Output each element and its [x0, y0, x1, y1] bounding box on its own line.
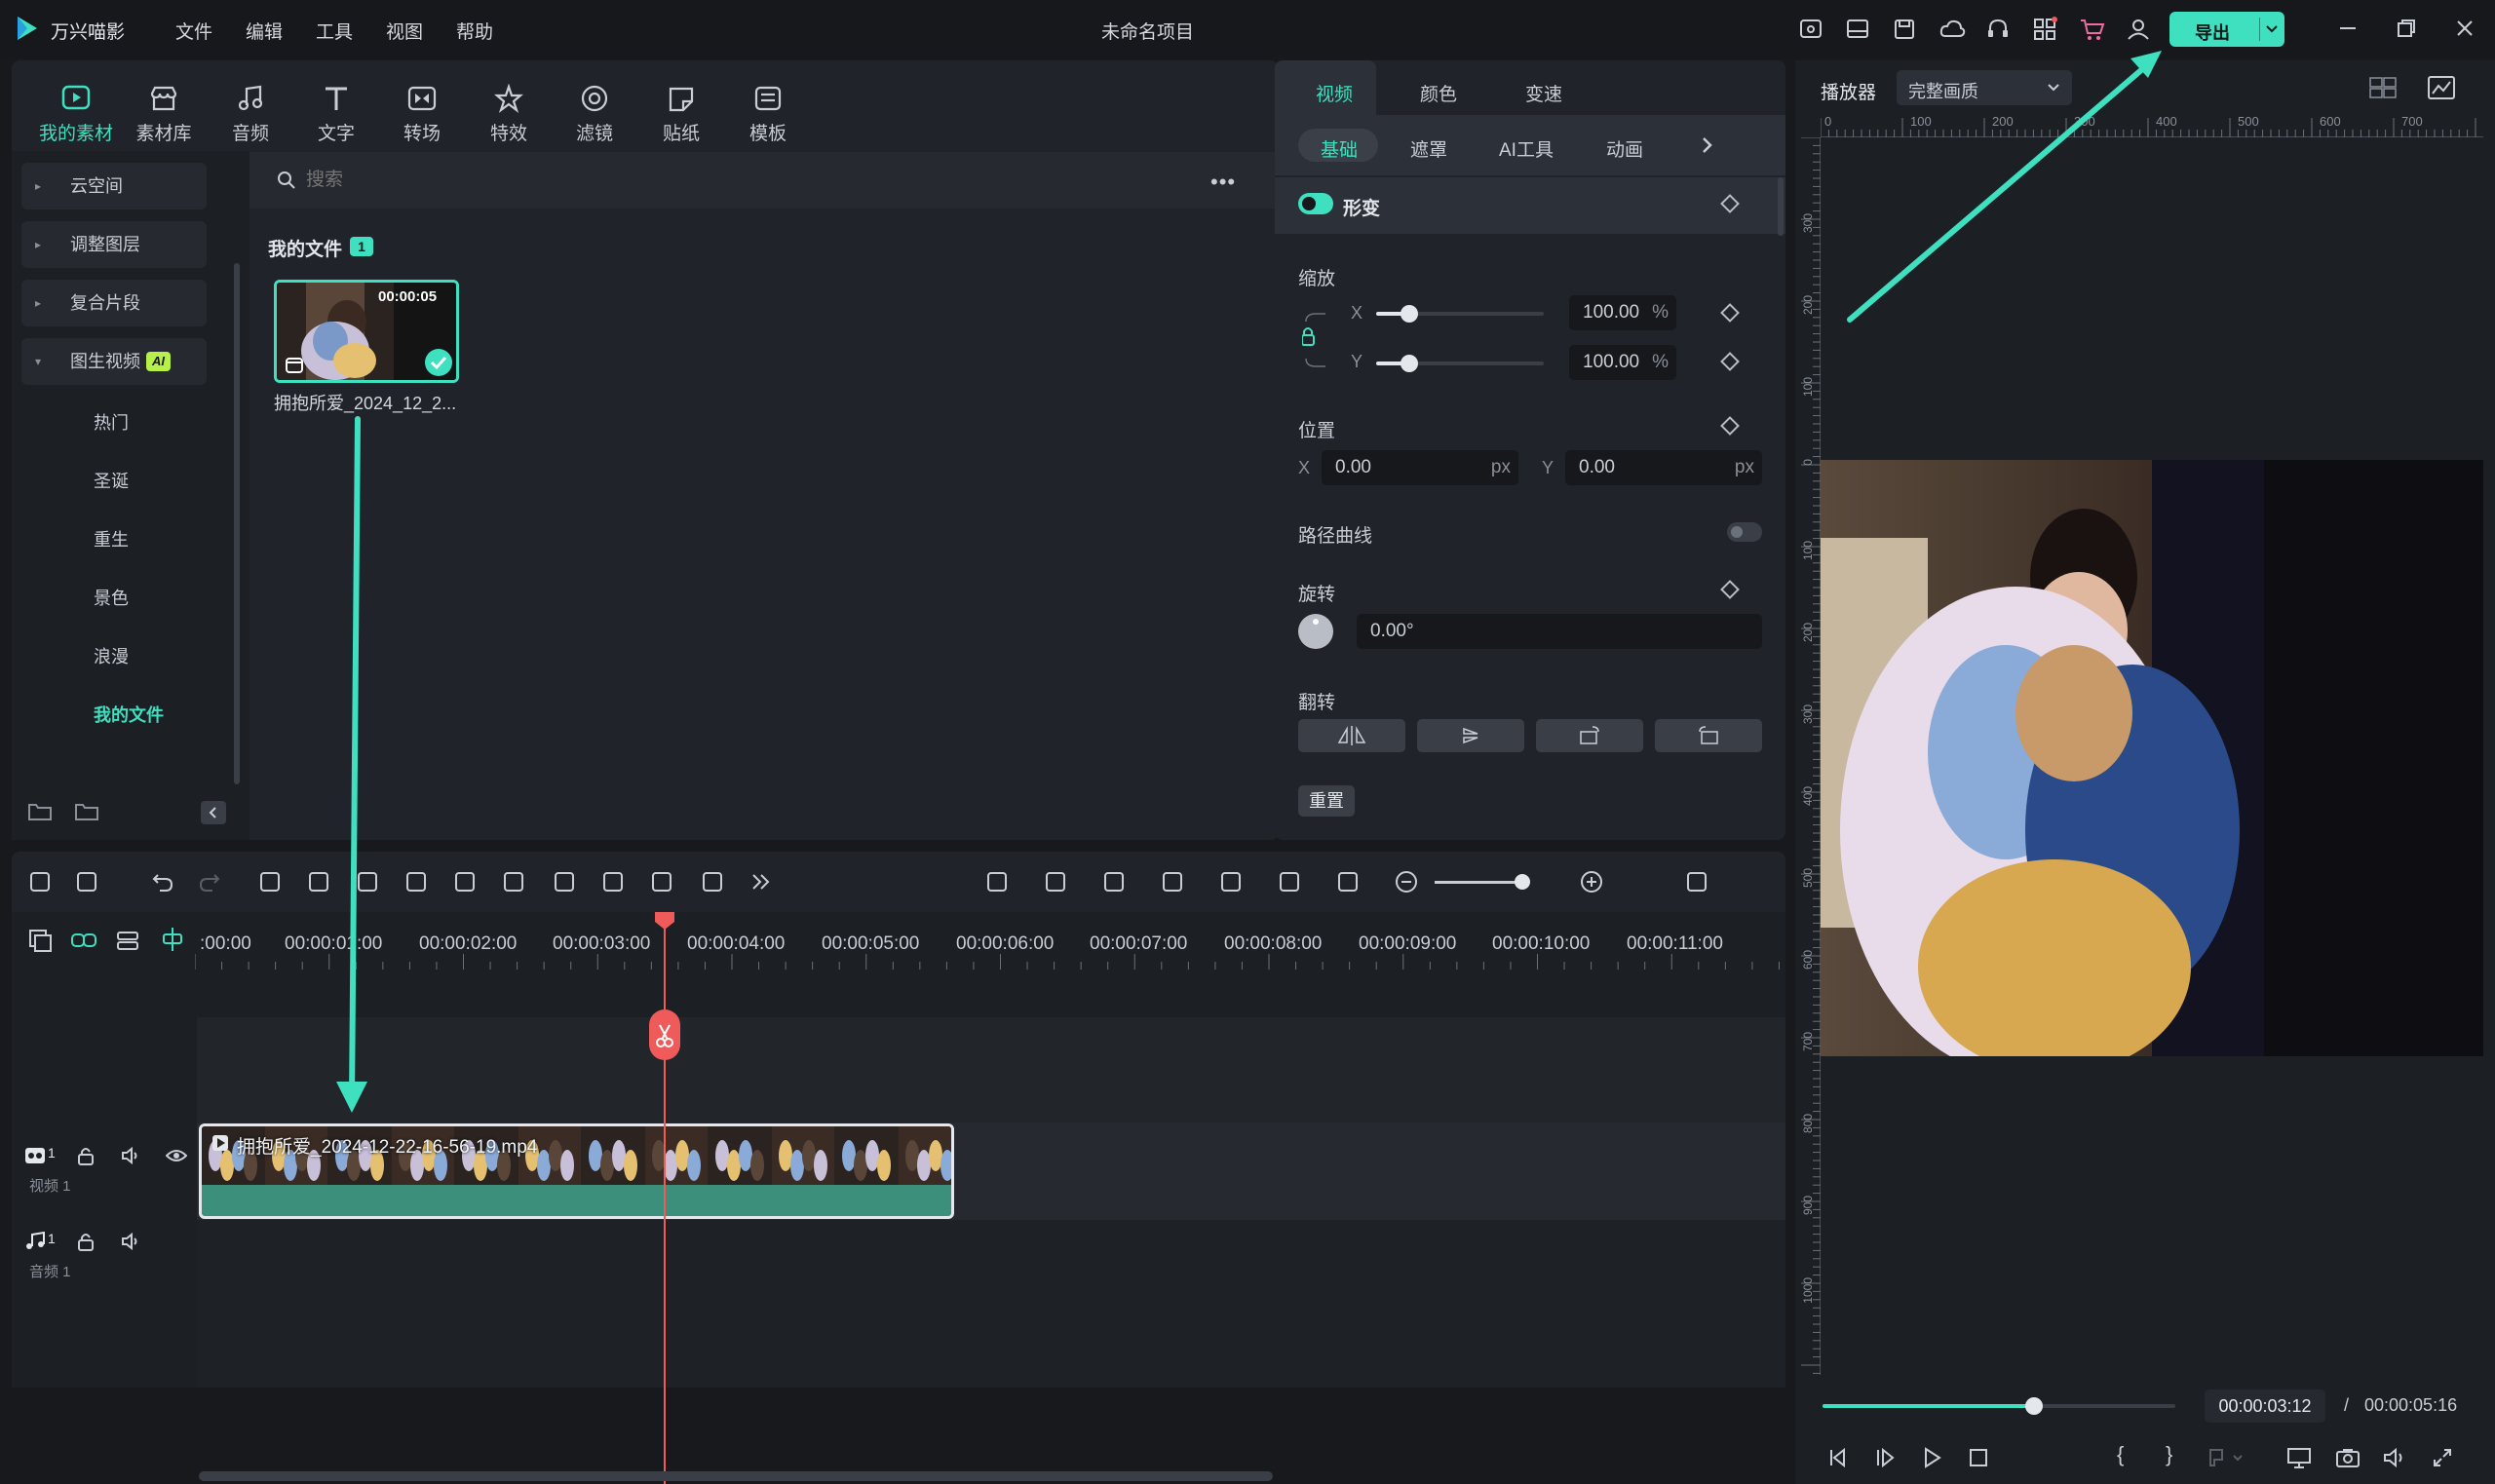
annotation-arrows	[336, 51, 2162, 1113]
arrow-head	[336, 1082, 367, 1113]
arrow-line	[1847, 61, 2151, 323]
arrow-line	[349, 416, 361, 1104]
